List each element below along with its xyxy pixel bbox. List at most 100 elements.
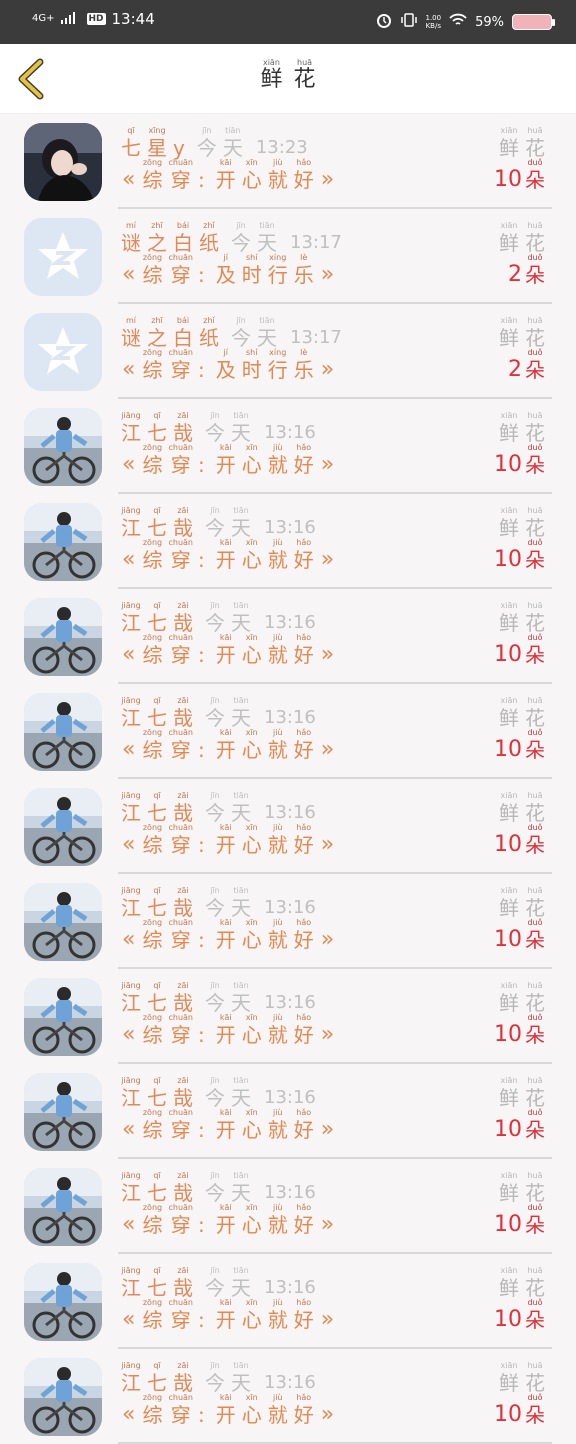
show-label-char: chuān 穿 (168, 728, 193, 762)
flower-gift-list: qī 七 xīng 星 y jīn 今 tiān 天 13:23 «zōng 综 chuān 穿: kāi 开… (0, 114, 576, 1444)
list-item[interactable]: jiāng 江 qī 七 zāi 哉 jīn 今 tiān 天 13:16 «zōng 综 chuān 穿:… (0, 1159, 576, 1254)
message-hanzi: 就 (267, 453, 288, 477)
avatar[interactable] (24, 1168, 102, 1246)
sender-name-hanzi: 之 (147, 231, 167, 255)
show-label-pinyin: chuān (168, 823, 193, 832)
avatar[interactable] (24, 123, 102, 201)
message-hanzi: 心 (241, 548, 262, 572)
today-hanzi: 天 (231, 1086, 251, 1110)
today-hanzi: 今 (205, 1181, 225, 1205)
open-quote: « (122, 1307, 136, 1332)
sender-name-char: jiāng 江 (121, 886, 141, 920)
avatar[interactable] (24, 408, 102, 486)
message-hanzi: 好 (293, 833, 314, 857)
today-hanzi: 天 (257, 231, 277, 255)
message-char: xīn 心 (242, 538, 262, 572)
today-hanzi: 天 (231, 611, 251, 635)
colon: : (197, 168, 205, 192)
list-item[interactable]: jiāng 江 qī 七 zāi 哉 jīn 今 tiān 天 13:16 «zōng 综 chuān 穿:… (0, 684, 576, 779)
flower-unit-char: duǒ 朵 (525, 443, 545, 477)
avatar[interactable] (24, 788, 102, 866)
today-pinyin: tiān (259, 221, 275, 230)
sender-name-char: bái 白 (173, 221, 193, 255)
today-char: tiān 天 (231, 506, 251, 540)
avatar[interactable] (24, 978, 102, 1056)
message-pinyin: lè (300, 348, 308, 357)
message-char: kāi 开 (216, 538, 236, 572)
show-label-char: zōng 综 (142, 633, 162, 667)
sender-name-char: jiāng 江 (121, 1076, 141, 1110)
show-label-char: zōng 综 (142, 823, 162, 857)
list-item[interactable]: jiāng 江 qī 七 zāi 哉 jīn 今 tiān 天 13:16 «zōng 综 chuān 穿:… (0, 779, 576, 874)
message-hanzi: 开 (215, 643, 236, 667)
avatar[interactable] (24, 883, 102, 961)
today-pinyin: jīn (210, 1171, 220, 1180)
timestamp: 13:23 (255, 137, 308, 158)
message-hanzi: 心 (241, 453, 262, 477)
message-char: jiù 就 (268, 1013, 288, 1047)
message-pinyin: hǎo (296, 443, 312, 452)
message-hanzi: 就 (267, 738, 288, 762)
flower-label-pinyin: huā (527, 1361, 543, 1370)
list-item[interactable]: qī 七 xīng 星 y jīn 今 tiān 天 13:23 «zōng 综 chuān 穿: kāi 开… (0, 114, 576, 209)
list-item[interactable]: jiāng 江 qī 七 zāi 哉 jīn 今 tiān 天 13:16 «zōng 综 chuān 穿:… (0, 1349, 576, 1444)
sender-line: jiāng 江 qī 七 zāi 哉 jīn 今 tiān 天 13:16 (118, 601, 316, 635)
sender-name-pinyin: jiāng (121, 411, 141, 420)
sender-name-char: jiāng 江 (121, 1171, 141, 1205)
message-hanzi: 就 (267, 168, 288, 192)
message-char: hǎo 好 (294, 823, 314, 857)
message-char: xīn 心 (242, 823, 262, 857)
message-hanzi: 心 (241, 1213, 262, 1237)
flower-unit-char: duǒ 朵 (525, 1203, 545, 1237)
show-label-pinyin: zōng (142, 443, 163, 452)
message-hanzi: 乐 (293, 263, 314, 287)
message-pinyin: kāi (219, 633, 232, 642)
flower-count: 10 duǒ 朵 (494, 823, 548, 857)
message-hanzi: 开 (215, 738, 236, 762)
list-item[interactable]: jiāng 江 qī 七 zāi 哉 jīn 今 tiān 天 13:16 «zōng 综 chuān 穿:… (0, 494, 576, 589)
avatar[interactable] (24, 1073, 102, 1151)
today-pinyin: jīn (210, 601, 220, 610)
sender-name-hanzi: 纸 (199, 326, 219, 350)
show-label-char: zōng 综 (142, 728, 162, 762)
flower-label-pinyin: huā (527, 696, 543, 705)
message-pinyin: xíng (269, 253, 287, 262)
sender-name-char: zhī 之 (147, 316, 167, 350)
today-label: jīn 今 tiān 天 (228, 221, 280, 255)
list-item[interactable]: mí 谜 zhī 之 bái 白 zhǐ 纸 jīn 今 tiān 天 13:17 «zōng 综 chuān… (0, 209, 576, 304)
show-label-pinyin: chuān (168, 633, 193, 642)
close-quote: » (320, 1022, 335, 1047)
today-char: jīn 今 (205, 506, 225, 540)
show-label-hanzi: 穿 (170, 358, 191, 382)
list-item[interactable]: jiāng 江 qī 七 zāi 哉 jīn 今 tiān 天 13:16 «zōng 综 chuān 穿:… (0, 969, 576, 1064)
message-char: xīn 心 (242, 1393, 262, 1427)
today-pinyin: jīn (210, 696, 220, 705)
flower-label-char: xiān 鲜 (499, 601, 519, 635)
sender-name-pinyin: zāi (177, 506, 189, 515)
flower-unit-pinyin: duǒ (527, 158, 543, 167)
avatar[interactable] (24, 598, 102, 676)
flower-count: 10 duǒ 朵 (494, 1108, 548, 1142)
avatar[interactable] (24, 1263, 102, 1341)
list-item[interactable]: jiāng 江 qī 七 zāi 哉 jīn 今 tiān 天 13:16 «zōng 综 chuān 穿:… (0, 1254, 576, 1349)
sender-name-hanzi: 江 (121, 896, 141, 920)
today-char: jīn 今 (205, 1171, 225, 1205)
flower-label-char: huā 花 (525, 886, 545, 920)
list-item[interactable]: jiāng 江 qī 七 zāi 哉 jīn 今 tiān 天 13:16 «zōng 综 chuān 穿:… (0, 874, 576, 969)
avatar[interactable] (24, 693, 102, 771)
flower-label-hanzi: 鲜 (499, 326, 519, 350)
avatar[interactable] (24, 218, 102, 296)
sender-name: jiāng 江 qī 七 zāi 哉 (118, 411, 196, 445)
message-pinyin: jiù (272, 918, 283, 927)
avatar[interactable] (24, 313, 102, 391)
today-char: tiān 天 (231, 1076, 251, 1110)
flower-unit-hanzi: 朵 (525, 1403, 545, 1427)
sender-name-char: zhǐ 纸 (199, 316, 219, 350)
list-item[interactable]: jiāng 江 qī 七 zāi 哉 jīn 今 tiān 天 13:16 «zōng 综 chuān 穿:… (0, 1064, 576, 1159)
avatar[interactable] (24, 503, 102, 581)
avatar[interactable] (24, 1358, 102, 1436)
list-item[interactable]: mí 谜 zhī 之 bái 白 zhǐ 纸 jīn 今 tiān 天 13:17 «zōng 综 chuān… (0, 304, 576, 399)
message-pinyin: lè (300, 253, 308, 262)
list-item[interactable]: jiāng 江 qī 七 zāi 哉 jīn 今 tiān 天 13:16 «zōng 综 chuān 穿:… (0, 589, 576, 684)
list-item[interactable]: jiāng 江 qī 七 zāi 哉 jīn 今 tiān 天 13:16 «zōng 综 chuān 穿:… (0, 399, 576, 494)
